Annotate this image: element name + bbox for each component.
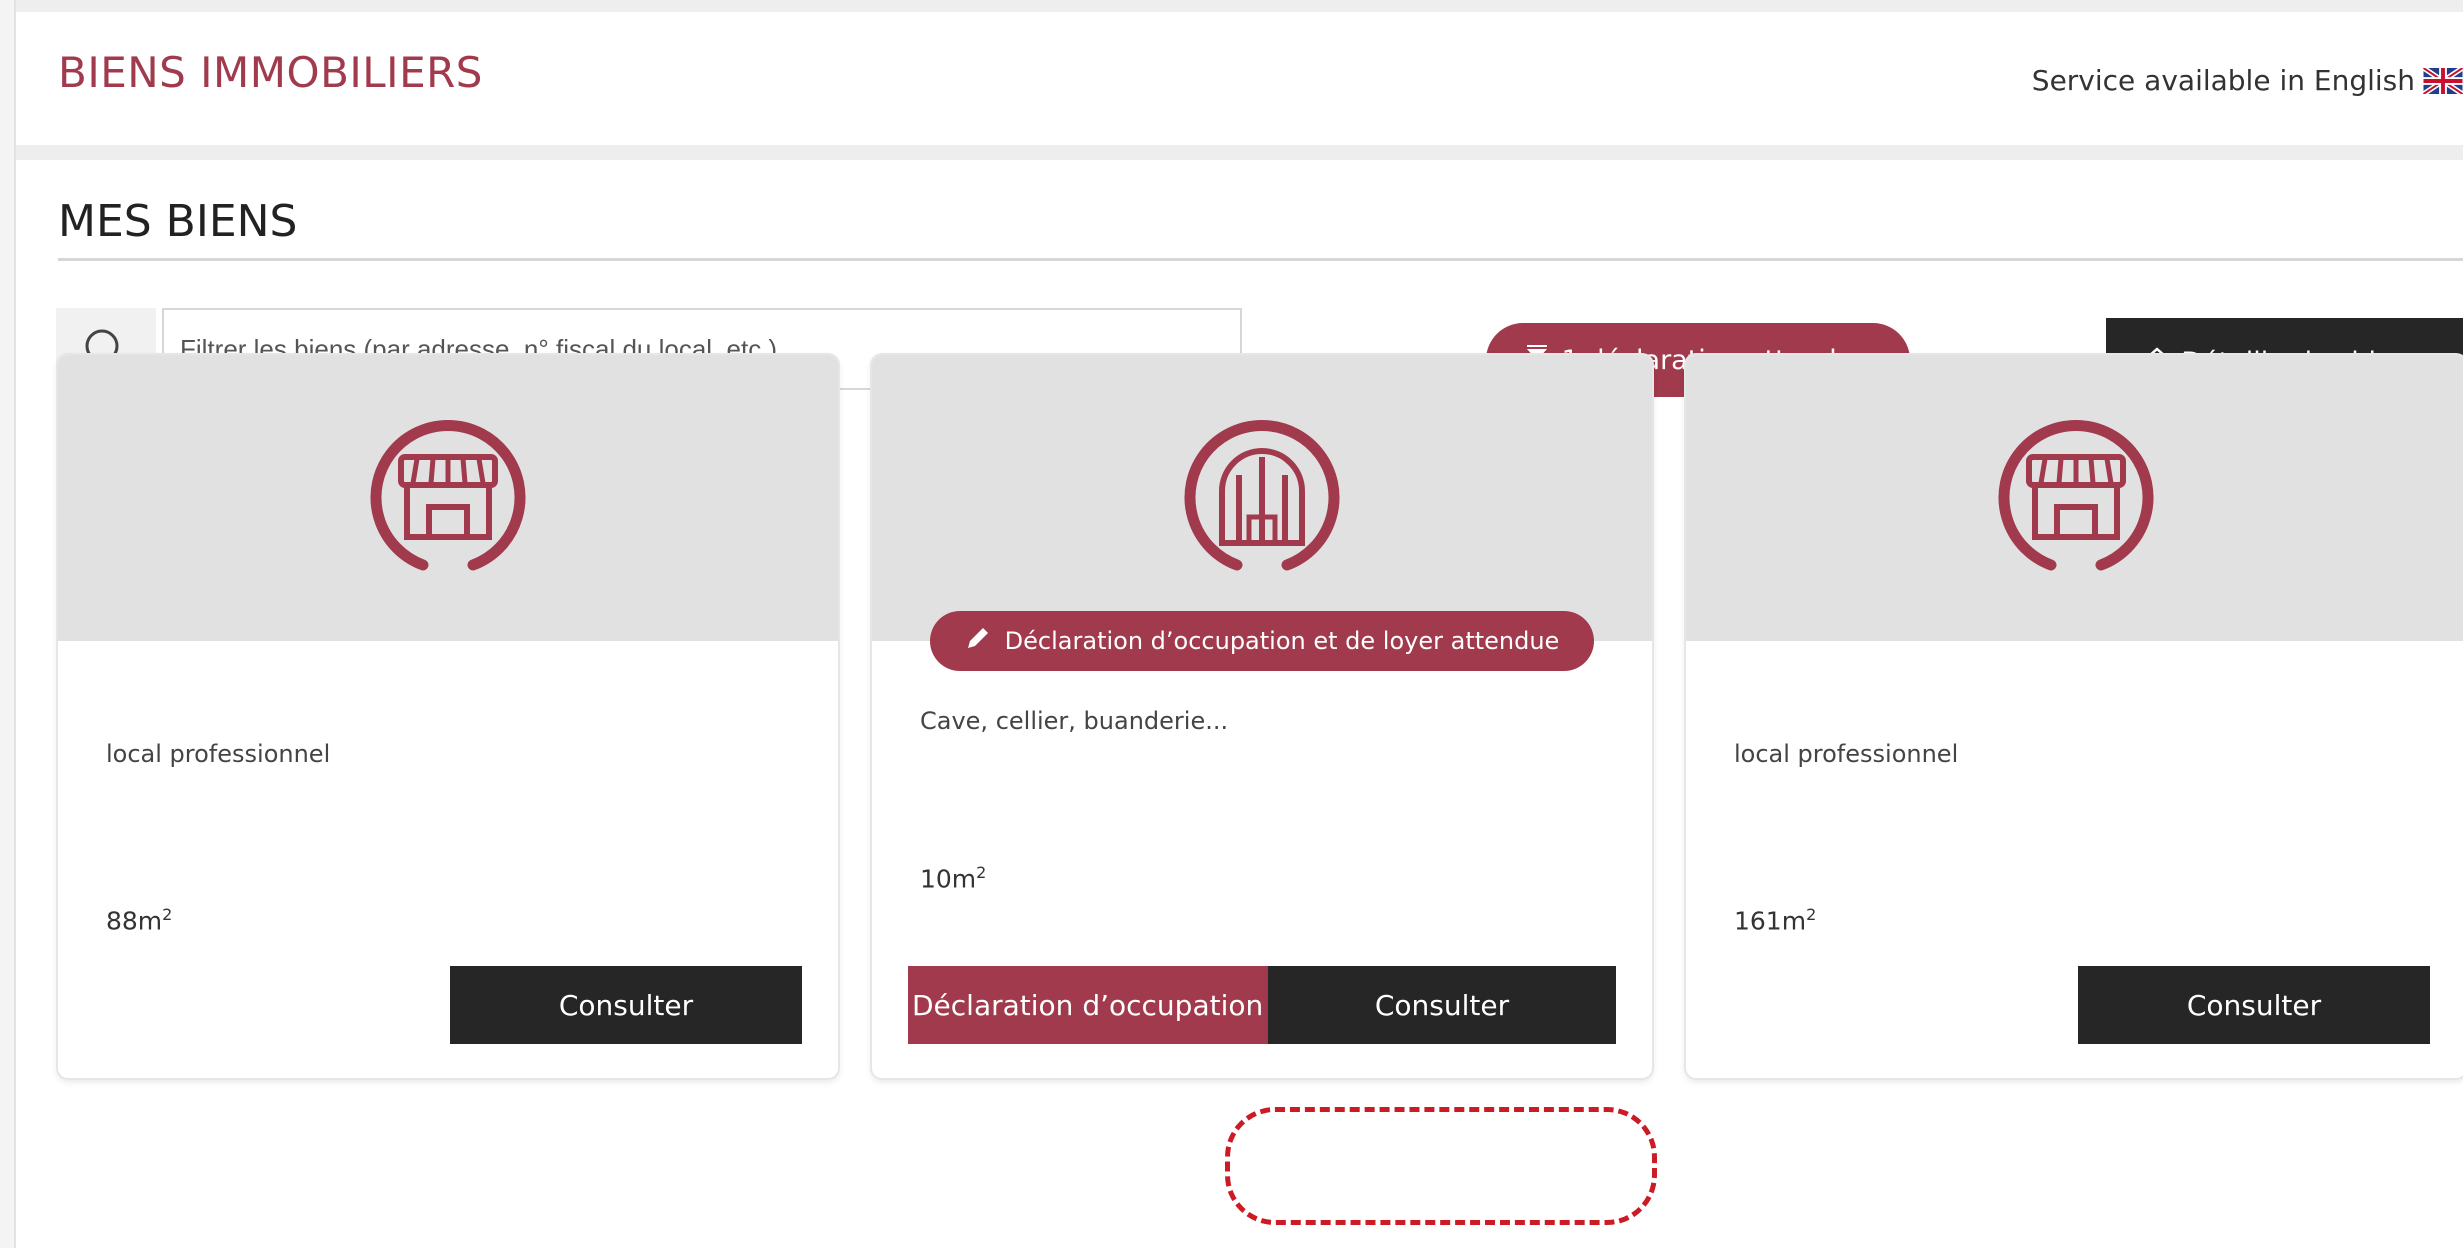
property-type: local professionnel [106, 740, 331, 768]
property-card: local professionnel 88m2 Consulter [58, 355, 838, 1078]
shop-icon [1998, 420, 2154, 571]
language-link[interactable]: Service available in English [2032, 64, 2463, 97]
left-edge [0, 0, 16, 1248]
uk-flag-icon [2422, 65, 2463, 96]
page-header: BIENS IMMOBILIERS Service available in E… [16, 12, 2463, 145]
property-area: 88m2 [106, 905, 173, 936]
consult-button[interactable]: Consulter [450, 966, 802, 1044]
property-type: Cave, cellier, buanderie... [920, 707, 1229, 735]
card-image-area [58, 355, 838, 641]
pending-declaration-badge: Déclaration d’occupation et de loyer att… [930, 611, 1594, 671]
language-link-label: Service available in English [2031, 64, 2415, 97]
property-card: Déclaration d’occupation et de loyer att… [872, 355, 1652, 1078]
declaration-button[interactable]: Déclaration d’occupation [908, 966, 1268, 1044]
section-divider [58, 258, 2463, 261]
section-title: MES BIENS [58, 196, 298, 247]
property-area: 10m2 [920, 863, 987, 894]
property-type: local professionnel [1734, 740, 1959, 768]
page-title: BIENS IMMOBILIERS [58, 48, 483, 97]
consult-button[interactable]: Consulter [1268, 966, 1616, 1044]
card-image-area [1686, 355, 2463, 641]
cellar-door-icon [1184, 420, 1340, 571]
pencil-icon [965, 625, 991, 657]
shop-icon [370, 420, 526, 571]
card-image-area [872, 355, 1652, 641]
badge-label: Déclaration d’occupation et de loyer att… [1004, 627, 1560, 655]
property-area: 161m2 [1734, 905, 1817, 936]
property-card: local professionnel 161m2 Consulter [1686, 355, 2463, 1078]
consult-button[interactable]: Consulter [2078, 966, 2430, 1044]
